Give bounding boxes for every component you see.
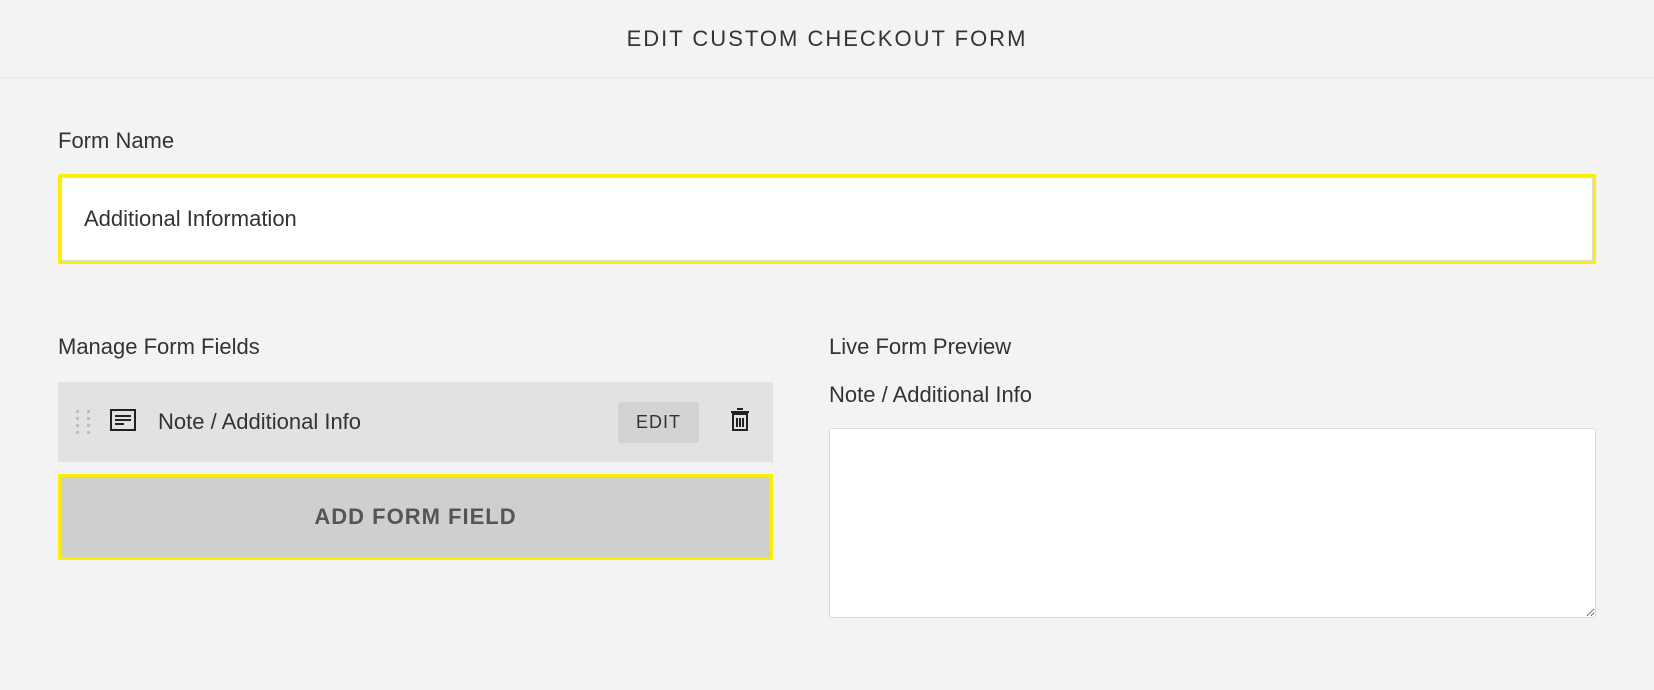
manage-form-fields-column: Manage Form Fields Note / Addi — [58, 334, 773, 623]
content-area: Form Name Manage Form Fields — [0, 78, 1654, 623]
note-icon — [110, 409, 136, 436]
form-field-row: Note / Additional Info EDIT — [58, 382, 773, 462]
field-row-label: Note / Additional Info — [158, 409, 618, 435]
page-header: EDIT CUSTOM CHECKOUT FORM — [0, 0, 1654, 78]
form-name-label: Form Name — [58, 128, 1596, 154]
preview-field-label: Note / Additional Info — [829, 382, 1596, 408]
page-title: EDIT CUSTOM CHECKOUT FORM — [627, 26, 1028, 52]
edit-field-button[interactable]: EDIT — [618, 402, 699, 443]
drag-handle-icon[interactable] — [76, 410, 90, 434]
live-preview-column: Live Form Preview Note / Additional Info — [829, 334, 1596, 623]
add-form-field-button[interactable]: ADD FORM FIELD — [61, 477, 770, 557]
delete-field-button[interactable] — [729, 408, 751, 437]
form-name-highlight — [58, 174, 1596, 264]
columns: Manage Form Fields Note / Addi — [58, 334, 1596, 623]
form-name-input[interactable] — [61, 177, 1593, 261]
manage-fields-heading: Manage Form Fields — [58, 334, 773, 360]
preview-textarea[interactable] — [829, 428, 1596, 618]
add-field-highlight: ADD FORM FIELD — [58, 474, 773, 560]
live-preview-heading: Live Form Preview — [829, 334, 1596, 360]
